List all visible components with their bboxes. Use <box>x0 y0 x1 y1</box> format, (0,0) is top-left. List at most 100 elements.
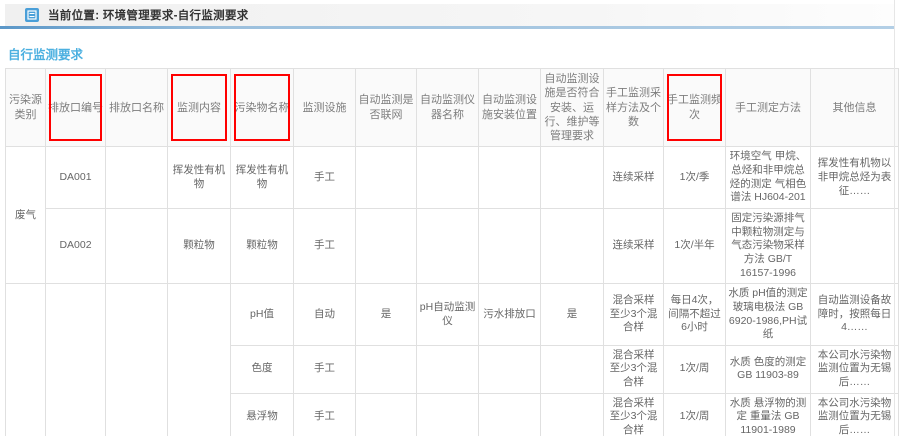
col-header-label: 监测设施 <box>303 102 347 114</box>
table-header-row: 污染源类别 排放口编号 排放口名称 监测内容 污染物名称 监测设施 自动监测是否… <box>6 69 899 147</box>
divider <box>0 26 894 29</box>
table-cell: 混合采样 至少3个混合样 <box>604 393 664 436</box>
table-cell <box>356 345 417 393</box>
table-cell: 自动监测设备故障时，按照每日4…… <box>811 284 899 346</box>
table-cell: 1次/周 <box>664 345 726 393</box>
col-header-label: 排放口编号 <box>48 102 103 114</box>
highlight-box <box>667 74 722 141</box>
table-cell <box>479 209 541 284</box>
table-cell: 自动 <box>294 284 356 346</box>
table-cell: 混合采样 至少3个混合样 <box>604 284 664 346</box>
page: 当前位置: 环境管理要求-自行监测要求 自行监测要求 污染源类别 排放口编号 排… <box>0 0 900 436</box>
cell-outlet-id: DA002 <box>46 209 106 284</box>
col-header-label: 其他信息 <box>833 102 877 114</box>
table-cell: 固定污染源排气中颗粒物测定与气态污染物采样方法 GB/T 16157-1996 <box>726 209 811 284</box>
table-cell <box>479 345 541 393</box>
col-header-monitor-content: 监测内容 <box>168 69 231 147</box>
table-cell: 水质 悬浮物的测定 重量法 GB 11901-1989 <box>726 393 811 436</box>
book-icon <box>25 8 39 22</box>
table-cell: 悬浮物 <box>231 393 294 436</box>
table-cell: 颗粒物 <box>231 209 294 284</box>
col-header-auto-instrument: 自动监测仪器名称 <box>417 69 479 147</box>
page-title: 自行监测要求 <box>8 44 83 63</box>
table-row: 废水 DW001 流量 pH值 自动 是 pH自动监测仪 污水排放口 是 混合采… <box>6 284 899 346</box>
col-header-label: 自动监测设施安装位置 <box>482 94 537 120</box>
col-header-outlet-id: 排放口编号 <box>46 69 106 147</box>
table-cell <box>541 393 604 436</box>
table-cell: 环境空气 甲烷、总烃和非甲烷总烃的测定 气相色谱法 HJ604-201 <box>726 147 811 209</box>
cell-outlet-id: DW001 <box>46 284 106 436</box>
table-cell: 手工 <box>294 147 356 209</box>
table-row: 废气 DA001 挥发性有机物 挥发性有机物 手工 连续采样 1次/季 环境空气… <box>6 147 899 209</box>
col-header-label: 排放口名称 <box>109 102 164 114</box>
table-cell <box>479 147 541 209</box>
table-cell <box>811 209 899 284</box>
table-cell <box>106 209 168 284</box>
table-cell: pH值 <box>231 284 294 346</box>
col-header-auto-networked: 自动监测是否联网 <box>356 69 417 147</box>
table-cell: 混合采样 至少3个混合样 <box>604 345 664 393</box>
col-header-auto-location: 自动监测设施安装位置 <box>479 69 541 147</box>
col-header-manual-frequency: 手工监测频次 <box>664 69 726 147</box>
table-cell: 颗粒物 <box>168 209 231 284</box>
table-cell: 是 <box>356 284 417 346</box>
table-cell: 1次/半年 <box>664 209 726 284</box>
table-cell: 手工 <box>294 209 356 284</box>
col-header-manual-method: 手工测定方法 <box>726 69 811 147</box>
col-header-label: 监测内容 <box>177 102 221 114</box>
table-cell: 挥发性有机物 <box>231 147 294 209</box>
cell-source-category: 废气 <box>6 147 46 284</box>
table-cell: 每日4次，间隔不超过6小时 <box>664 284 726 346</box>
col-header-other-info: 其他信息 <box>811 69 899 147</box>
table-cell <box>417 147 479 209</box>
table-cell <box>541 345 604 393</box>
col-header-manual-sampling: 手工监测采样方法及个数 <box>604 69 664 147</box>
col-header-label: 自动监测仪器名称 <box>420 94 475 120</box>
col-header-label: 污染物名称 <box>235 102 290 114</box>
breadcrumb: 当前位置: 环境管理要求-自行监测要求 <box>48 7 249 23</box>
col-header-label: 自动监测设施是否符合安装、运行、维护等管理要求 <box>545 73 600 142</box>
table-cell: 手工 <box>294 393 356 436</box>
table-cell: 是 <box>541 284 604 346</box>
table-cell <box>541 147 604 209</box>
table-cell: 水质 pH值的测定 玻璃电极法 GB 6920-1986,PH试纸 <box>726 284 811 346</box>
col-header-pollutant-name: 污染物名称 <box>231 69 294 147</box>
col-header-label: 自动监测是否联网 <box>359 94 414 120</box>
table-cell: pH自动监测仪 <box>417 284 479 346</box>
table-cell: 本公司水污染物监测位置为无锡后…… <box>811 345 899 393</box>
table-cell: 流量 <box>168 284 231 436</box>
col-header-label: 手工监测采样方法及个数 <box>606 87 661 128</box>
table-cell: 水质 色度的测定GB 11903-89 <box>726 345 811 393</box>
table-cell <box>479 393 541 436</box>
table-cell: 色度 <box>231 345 294 393</box>
col-header-label: 污染源类别 <box>9 94 42 120</box>
col-header-outlet-name: 排放口名称 <box>106 69 168 147</box>
table-cell: 连续采样 <box>604 147 664 209</box>
cell-source-category: 废水 <box>6 284 46 436</box>
monitoring-requirements-table: 污染源类别 排放口编号 排放口名称 监测内容 污染物名称 监测设施 自动监测是否… <box>5 68 899 436</box>
col-header-auto-compliance: 自动监测设施是否符合安装、运行、维护等管理要求 <box>541 69 604 147</box>
page-right-border <box>894 0 895 436</box>
table-cell: 连续采样 <box>604 209 664 284</box>
table-cell <box>417 393 479 436</box>
table-cell <box>417 345 479 393</box>
table-cell: 挥发性有机物以非甲烷总烃为表征…… <box>811 147 899 209</box>
breadcrumb-bar: 当前位置: 环境管理要求-自行监测要求 <box>5 4 894 26</box>
col-header-label: 手工测定方法 <box>735 102 801 114</box>
table-cell <box>356 209 417 284</box>
col-header-label: 手工监测频次 <box>667 94 722 120</box>
table-cell: 本公司水污染物监测位置为无锡后…… <box>811 393 899 436</box>
col-header-monitor-facility: 监测设施 <box>294 69 356 147</box>
table-cell <box>356 147 417 209</box>
table-cell <box>356 393 417 436</box>
table-row: DA002 颗粒物 颗粒物 手工 连续采样 1次/半年 固定污染源排气中颗粒物测… <box>6 209 899 284</box>
table-cell: 手工 <box>294 345 356 393</box>
table-cell <box>541 209 604 284</box>
col-header-source-category: 污染源类别 <box>6 69 46 147</box>
table-cell <box>106 284 168 436</box>
table-cell <box>417 209 479 284</box>
table-cell: 污水排放口 <box>479 284 541 346</box>
table-cell: 挥发性有机物 <box>168 147 231 209</box>
cell-outlet-id: DA001 <box>46 147 106 209</box>
table-cell: 1次/周 <box>664 393 726 436</box>
